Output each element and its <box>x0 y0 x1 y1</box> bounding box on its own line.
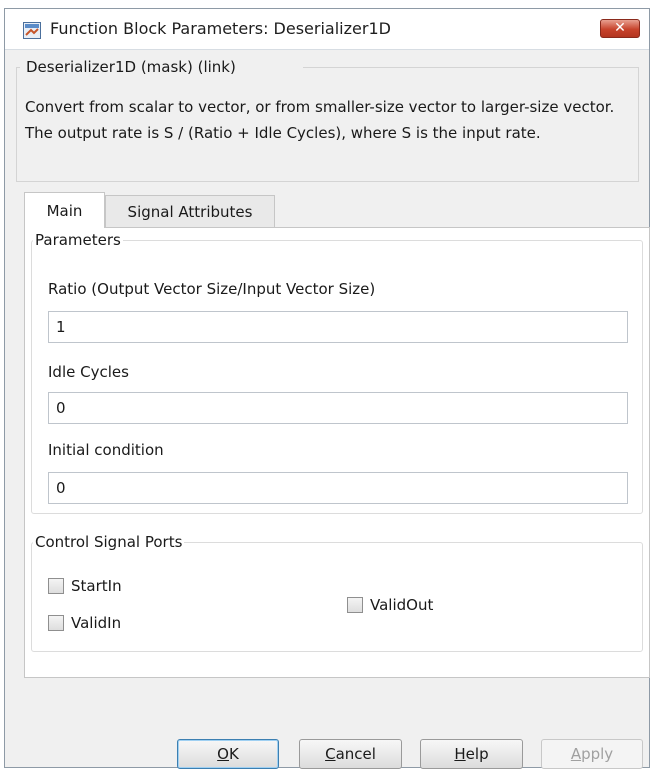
help-label-rest: elp <box>465 745 489 763</box>
cancel-label-rest: ancel <box>335 745 376 763</box>
ok-mnemonic: O <box>217 745 229 763</box>
validout-checkbox[interactable] <box>347 597 363 613</box>
parameters-group-title: Parameters <box>33 229 123 251</box>
validout-label[interactable]: ValidOut <box>370 594 433 616</box>
ratio-label: Ratio (Output Vector Size/Input Vector S… <box>48 280 376 298</box>
control-signal-ports-title: Control Signal Ports <box>33 531 185 553</box>
initial-condition-input[interactable]: 0 <box>48 472 628 504</box>
close-icon: ✕ <box>614 20 626 36</box>
tab-main-label: Main <box>46 202 83 220</box>
ratio-input[interactable]: 1 <box>48 311 628 343</box>
initial-condition-label: Initial condition <box>48 441 164 459</box>
startin-label[interactable]: StartIn <box>71 575 122 597</box>
help-mnemonic: H <box>454 745 466 763</box>
mask-description: Convert from scalar to vector, or from s… <box>25 98 615 142</box>
apply-button[interactable]: Apply <box>541 739 643 769</box>
control-signal-ports-group <box>31 542 643 652</box>
apply-mnemonic: A <box>570 745 582 763</box>
apply-label-rest: pply <box>581 745 614 763</box>
idle-cycles-label: Idle Cycles <box>48 363 129 381</box>
startin-checkbox[interactable] <box>48 578 64 594</box>
tab-signal-attributes[interactable]: Signal Attributes <box>105 195 275 228</box>
cancel-button[interactable]: Cancel <box>299 739 402 769</box>
tab-signal-attributes-label: Signal Attributes <box>127 203 253 221</box>
ok-button[interactable]: OK <box>177 739 279 769</box>
simulink-block-icon <box>23 22 41 39</box>
help-button[interactable]: Help <box>420 739 523 769</box>
validin-checkbox[interactable] <box>48 615 64 631</box>
mask-title: Deserializer1D (mask) (link) <box>25 56 237 78</box>
idle-cycles-input[interactable]: 0 <box>48 392 628 424</box>
close-button[interactable]: ✕ <box>600 19 640 38</box>
tab-panel-main: Parameters Ratio (Output Vector Size/Inp… <box>24 227 650 678</box>
cancel-mnemonic: C <box>325 745 336 763</box>
window-title: Function Block Parameters: Deserializer1… <box>50 19 391 38</box>
validin-label[interactable]: ValidIn <box>71 612 121 634</box>
tab-main[interactable]: Main <box>24 192 105 228</box>
title-bar[interactable]: Function Block Parameters: Deserializer1… <box>5 9 649 50</box>
ok-label-rest: K <box>228 745 239 763</box>
dialog-window: Function Block Parameters: Deserializer1… <box>4 8 650 769</box>
